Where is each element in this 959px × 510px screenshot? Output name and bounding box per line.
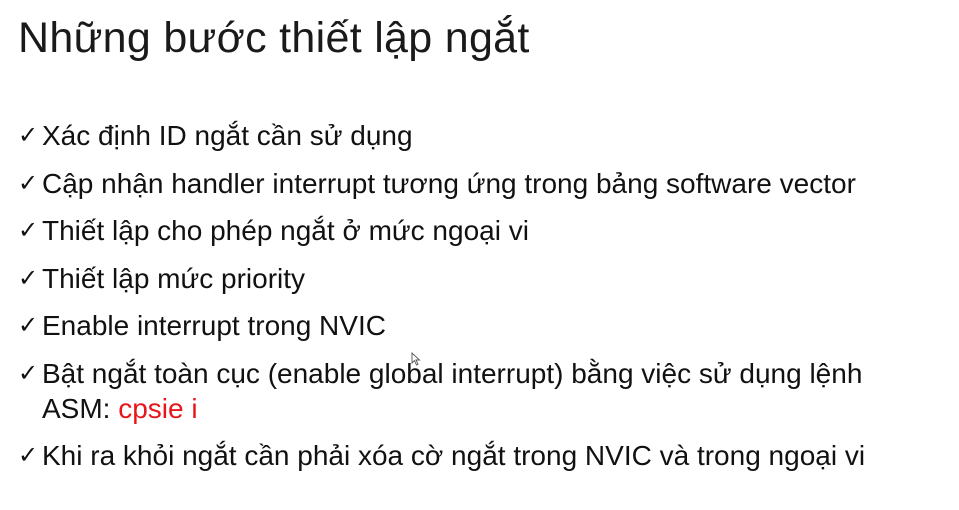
asm-command: cpsie i — [118, 392, 198, 424]
steps-list: ✓ Xác định ID ngắt cần sử dụng ✓ Cập nhậ… — [18, 118, 953, 486]
list-item-text: Enable interrupt trong NVIC — [42, 310, 386, 341]
asm-label: ASM: — [42, 392, 119, 424]
list-item: ✓ Bật ngắt toàn cục (enable global inter… — [18, 356, 953, 426]
list-item-text: Khi ra khỏi ngắt cần phải xóa cờ ngắt tr… — [42, 440, 866, 471]
list-item: ✓ Xác định ID ngắt cần sử dụng — [18, 118, 953, 153]
check-mark-icon: ✓ — [18, 121, 39, 149]
list-item-text: Cập nhận handler interrupt tương ứng tro… — [42, 167, 856, 199]
list-item: ✓ Cập nhận handler interrupt tương ứng t… — [18, 166, 953, 201]
list-item: ✓ Enable interrupt trong NVIC — [18, 308, 953, 343]
list-item-continuation: ASM: cpsie i — [42, 391, 953, 426]
list-item-text: Bật ngắt toàn cục (enable global interru… — [42, 357, 863, 389]
slide-title: Những bước thiết lập ngắt — [18, 14, 530, 62]
check-mark-icon: ✓ — [18, 441, 39, 469]
list-item-text: Thiết lập cho phép ngắt ở mức ngoại vi — [42, 215, 529, 246]
list-item: ✓ Thiết lập cho phép ngắt ở mức ngoại vi — [18, 213, 953, 248]
list-item-text: Thiết lập mức priority — [42, 262, 306, 294]
check-mark-icon: ✓ — [18, 311, 39, 339]
slide: Những bước thiết lập ngắt ✓ Xác định ID … — [0, 0, 959, 510]
list-item: ✓ Khi ra khỏi ngắt cần phải xóa cờ ngắt … — [18, 438, 953, 473]
check-mark-icon: ✓ — [18, 358, 39, 387]
list-item: ✓ Thiết lập mức priority — [18, 261, 953, 296]
mouse-cursor-icon — [411, 352, 421, 366]
list-item-text: Xác định ID ngắt cần sử dụng — [42, 120, 413, 151]
check-mark-icon: ✓ — [18, 263, 39, 292]
check-mark-icon: ✓ — [18, 216, 39, 244]
check-mark-icon: ✓ — [18, 168, 39, 197]
